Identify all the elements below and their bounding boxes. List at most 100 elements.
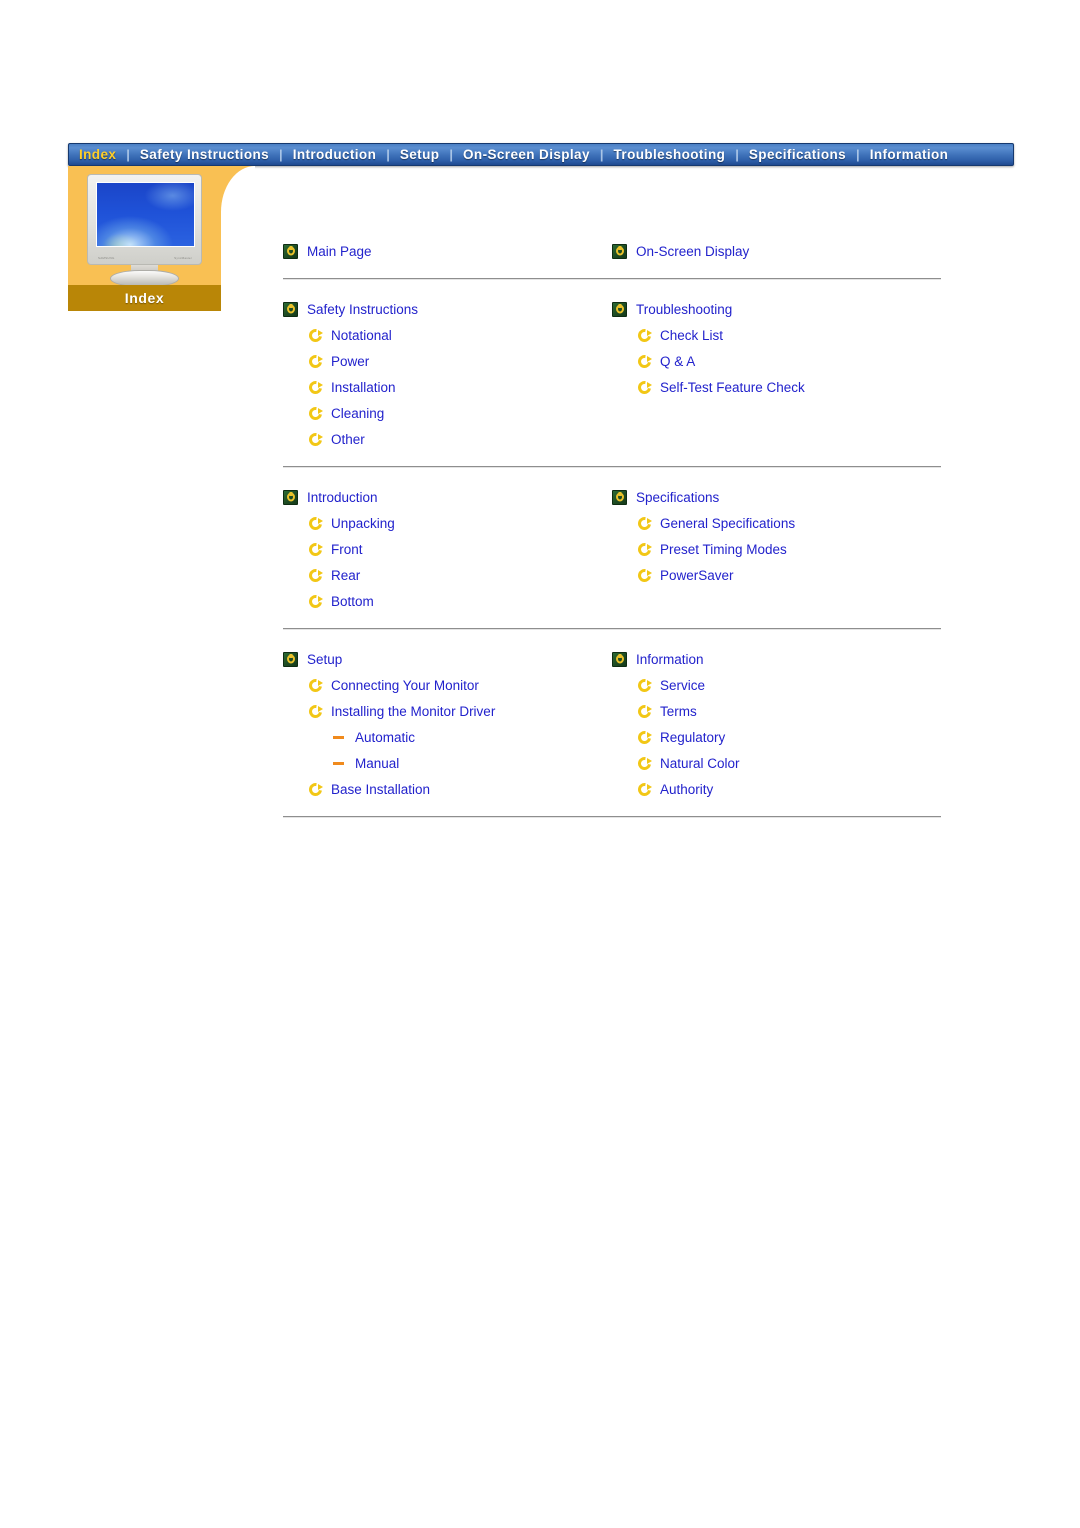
monitor-brand-right: SyncMaster (174, 256, 192, 260)
index-link-label[interactable]: General Specifications (660, 516, 795, 531)
index-link-label[interactable]: Authority (660, 782, 713, 797)
nav-item-troubleshooting[interactable]: Troubleshooting (604, 144, 736, 165)
index-link-row[interactable]: Base Installation (283, 776, 612, 802)
index-link-row[interactable]: Safety Instructions (283, 296, 612, 322)
index-link-label[interactable]: Front (331, 542, 363, 557)
circular-arrow-icon (638, 569, 652, 582)
index-link-label[interactable]: Rear (331, 568, 360, 583)
index-link-row[interactable]: Installation (283, 374, 612, 400)
index-link-label[interactable]: Base Installation (331, 782, 430, 797)
index-link-label[interactable]: Power (331, 354, 369, 369)
nav-separator: | (126, 147, 130, 162)
index-link-row[interactable]: Connecting Your Monitor (283, 672, 612, 698)
nav-item-setup[interactable]: Setup (390, 144, 450, 165)
index-link-label[interactable]: Specifications (636, 490, 719, 505)
index-link-label[interactable]: Unpacking (331, 516, 395, 531)
index-column-left: Safety Instructions Notational Power Instal… (283, 296, 612, 452)
index-link-row[interactable]: On-Screen Display (612, 238, 941, 264)
index-link-label[interactable]: Main Page (307, 244, 372, 259)
index-link-row[interactable]: Preset Timing Modes (612, 536, 941, 562)
index-link-label[interactable]: Automatic (355, 730, 415, 745)
nav-item-introduction[interactable]: Introduction (283, 144, 387, 165)
index-link-label[interactable]: Self-Test Feature Check (660, 380, 805, 395)
index-link-row[interactable]: Unpacking (283, 510, 612, 536)
index-link-row[interactable]: General Specifications (612, 510, 941, 536)
nav-item-information[interactable]: Information (860, 144, 959, 165)
index-link-label[interactable]: Introduction (307, 490, 378, 505)
index-link-label[interactable]: Natural Color (660, 756, 740, 771)
index-link-row[interactable]: Terms (612, 698, 941, 724)
index-link-label[interactable]: On-Screen Display (636, 244, 749, 259)
index-column-left: Introduction Unpacking Front Rear Bottom (283, 484, 612, 614)
index-link-row[interactable]: Manual (283, 750, 612, 776)
index-link-row[interactable]: Bottom (283, 588, 612, 614)
index-link-label[interactable]: Information (636, 652, 704, 667)
side-panel-caption-bar: Index (68, 285, 221, 311)
index-link-row[interactable]: Service (612, 672, 941, 698)
index-link-row[interactable]: Rear (283, 562, 612, 588)
circular-arrow-icon (309, 517, 323, 530)
index-link-row[interactable]: Front (283, 536, 612, 562)
index-link-row[interactable]: Specifications (612, 484, 941, 510)
nav-separator: | (735, 147, 739, 162)
index-link-row[interactable]: Power (283, 348, 612, 374)
index-link-label[interactable]: Preset Timing Modes (660, 542, 787, 557)
index-link-row[interactable]: Main Page (283, 238, 612, 264)
monitor-screen (96, 182, 195, 247)
nav-separator: | (599, 147, 604, 162)
index-link-label[interactable]: Q & A (660, 354, 695, 369)
index-link-label[interactable]: Regulatory (660, 730, 725, 745)
index-link-row[interactable]: Introduction (283, 484, 612, 510)
index-group-columns: Main Page On-Screen Display (283, 238, 941, 264)
index-group: Setup Connecting Your Monitor Installing t… (283, 646, 941, 834)
index-link-row[interactable]: Natural Color (612, 750, 941, 776)
nav-item-safety-instructions[interactable]: Safety Instructions (130, 144, 279, 165)
index-link-label[interactable]: Check List (660, 328, 723, 343)
index-group: Safety Instructions Notational Power Instal… (283, 296, 941, 484)
index-link-row[interactable]: Information (612, 646, 941, 672)
index-link-label[interactable]: Installation (331, 380, 396, 395)
dash-icon (333, 735, 344, 739)
index-link-row[interactable]: Check List (612, 322, 941, 348)
index-link-label[interactable]: PowerSaver (660, 568, 734, 583)
index-link-row[interactable]: Notational (283, 322, 612, 348)
green-ring-icon (612, 301, 627, 317)
index-link-label[interactable]: Setup (307, 652, 342, 667)
index-link-row[interactable]: Q & A (612, 348, 941, 374)
index-group-columns: Safety Instructions Notational Power Instal… (283, 296, 941, 452)
main-navigation-bar: Index | Safety Instructions | Introduction | S… (68, 143, 1014, 166)
index-link-row[interactable]: PowerSaver (612, 562, 941, 588)
side-panel-curved-corner (221, 166, 255, 212)
index-link-row[interactable]: Installing the Monitor Driver (283, 698, 612, 724)
index-link-label[interactable]: Cleaning (331, 406, 384, 421)
index-link-row[interactable]: Setup (283, 646, 612, 672)
index-link-label[interactable]: Terms (660, 704, 697, 719)
index-link-label[interactable]: Installing the Monitor Driver (331, 704, 495, 719)
index-link-label[interactable]: Connecting Your Monitor (331, 678, 479, 693)
nav-item-index[interactable]: Index (69, 144, 126, 165)
circular-arrow-icon (309, 783, 323, 796)
index-link-label[interactable]: Troubleshooting (636, 302, 732, 317)
index-link-row[interactable]: Automatic (283, 724, 612, 750)
index-link-row[interactable]: Troubleshooting (612, 296, 941, 322)
index-link-label[interactable]: Service (660, 678, 705, 693)
index-link-row[interactable]: Authority (612, 776, 941, 802)
index-link-row[interactable]: Other (283, 426, 612, 452)
index-link-label[interactable]: Other (331, 432, 365, 447)
index-link-label[interactable]: Bottom (331, 594, 374, 609)
index-link-label[interactable]: Manual (355, 756, 399, 771)
index-link-row[interactable]: Regulatory (612, 724, 941, 750)
index-link-label[interactable]: Notational (331, 328, 392, 343)
index-link-row[interactable]: Self-Test Feature Check (612, 374, 941, 400)
index-column-left: Main Page (283, 238, 612, 264)
index-link-label[interactable]: Safety Instructions (307, 302, 418, 317)
nav-item-on-screen-display[interactable]: On-Screen Display (453, 144, 600, 165)
index-link-row[interactable]: Cleaning (283, 400, 612, 426)
nav-item-specifications[interactable]: Specifications (739, 144, 856, 165)
circular-arrow-icon (309, 705, 323, 718)
